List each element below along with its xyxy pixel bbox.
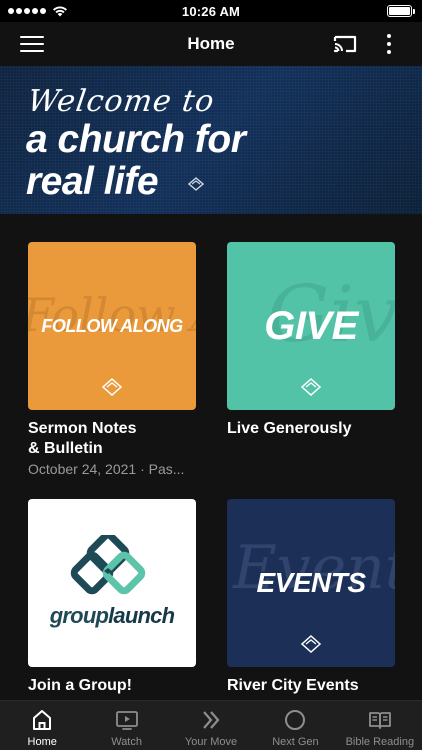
wordmark-group: group [49,603,109,628]
church-logo-icon [301,635,321,653]
wifi-icon [53,6,67,17]
hero-headline-line1: a church for [26,118,246,161]
tab-home[interactable]: Home [0,701,84,750]
card-river-city-events[interactable]: Events EVENTS River City Events [227,499,395,696]
tab-label: Your Move [184,736,238,748]
wordmark-launch: launch [108,603,175,628]
card-subtitle: October 24, 2021 · Pas... [28,461,185,477]
tab-next-gen[interactable]: Next Gen [253,701,337,750]
card-title: Live Generously [227,420,352,437]
tile-label: GIVE [264,303,358,348]
tab-label: Home [27,736,57,748]
menu-line [20,50,44,52]
tab-label: Bible Reading [345,736,415,748]
menu-line [20,43,44,45]
bottom-tab-bar: Home Watch Your Move Next Gen Bible Read… [0,700,422,750]
welcome-banner[interactable]: Welcome to a church for real life [0,66,422,214]
tab-your-move[interactable]: Your Move [169,701,253,750]
battery-icon [387,5,415,17]
card-title-line1: Sermon Notes [28,420,137,437]
status-bar: 10:26 AM [0,0,422,22]
card-join-group[interactable]: grouplaunch Join a Group! [28,499,196,696]
menu-line [20,36,44,38]
card-sermon-notes[interactable]: Follow Along FOLLOW ALONG Sermon Notes &… [28,242,196,477]
card-title: Join a Group! [28,677,132,694]
church-logo-icon [102,378,122,396]
more-options-button[interactable] [382,32,396,56]
status-time: 10:26 AM [181,3,241,19]
church-logo-icon [301,378,321,396]
double-chevron-icon [203,711,220,729]
tab-watch[interactable]: Watch [84,701,168,750]
hero-headline-line2: real life [26,160,159,203]
hamburger-menu-button[interactable] [20,36,44,52]
open-book-icon [368,712,391,729]
card-title: River City Events [227,677,359,694]
tab-label: Watch [111,736,142,748]
tile-follow-along: Follow Along FOLLOW ALONG [28,242,196,410]
hero-script-text: Welcome to [25,84,217,119]
card-title-line2: & Bulletin [28,440,103,457]
group-launch-logo-icon [70,535,146,595]
tile-give: Give GIVE [227,242,395,410]
cast-icon[interactable] [332,32,358,56]
group-launch-wordmark: grouplaunch [28,603,196,629]
tile-label: FOLLOW ALONG [41,315,183,336]
page-title: Home [187,34,235,53]
tv-play-icon [115,711,138,730]
tile-group-launch: grouplaunch [28,499,196,667]
app-header: Home [0,22,422,66]
home-icon [33,710,52,730]
tab-bible-reading[interactable]: Bible Reading [338,701,422,750]
church-logo-icon [188,177,204,191]
signal-strength-icon [8,8,46,14]
card-title: Sermon Notes & Bulletin [28,419,196,459]
tile-label: EVENTS [256,567,366,598]
content-grid: Follow Along FOLLOW ALONG Sermon Notes &… [0,214,422,700]
signal-wifi-group [8,5,68,17]
card-live-generously[interactable]: Give GIVE Live Generously [227,242,395,439]
circle-icon [285,710,306,730]
tab-label: Next Gen [272,736,319,748]
tile-events: Events EVENTS [227,499,395,667]
